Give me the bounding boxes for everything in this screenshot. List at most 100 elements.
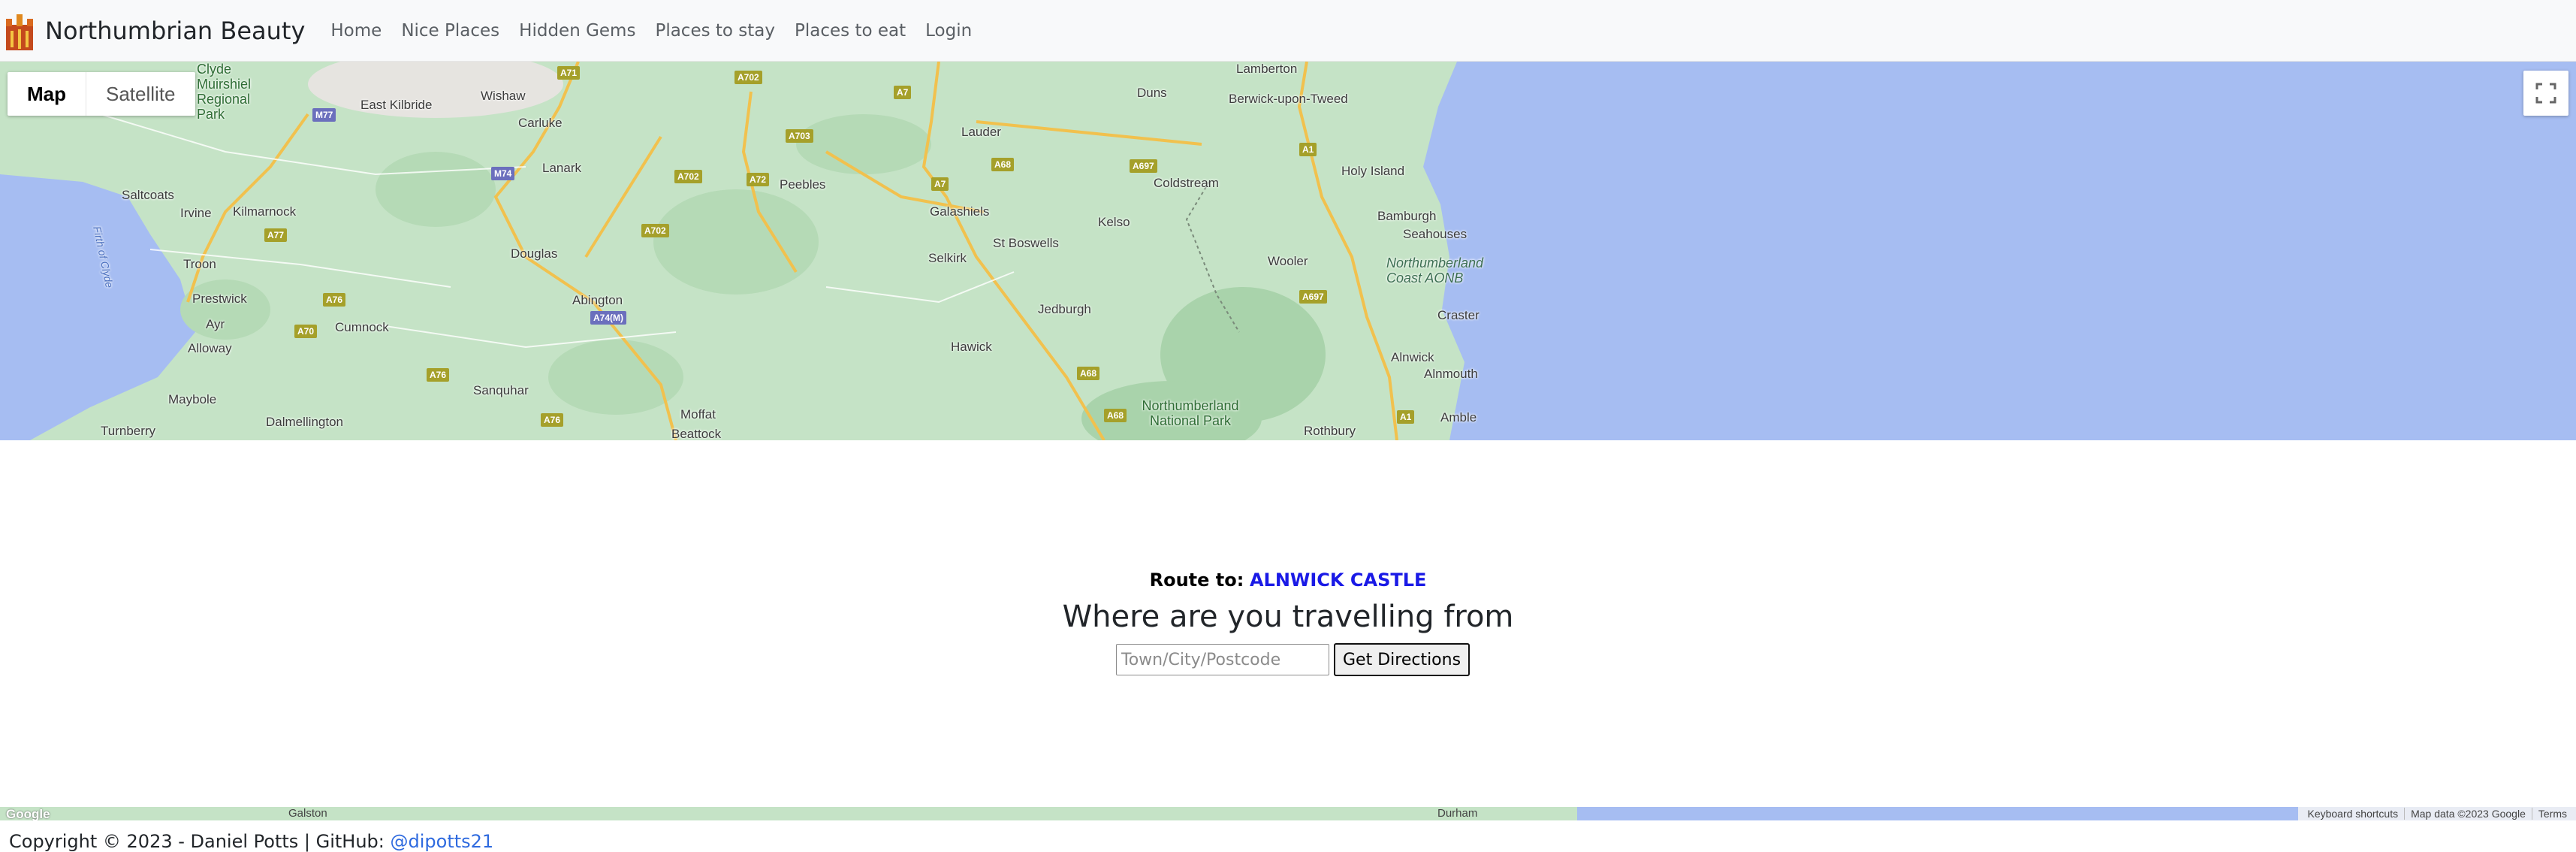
park-label: Clyde Muirshiel Regional Park: [197, 62, 252, 122]
place-label: Jedburgh: [1038, 302, 1091, 316]
road-shield: A72: [747, 173, 770, 186]
place-label: Berwick-upon-Tweed: [1229, 92, 1348, 106]
place-label: Kelso: [1098, 215, 1130, 229]
place-label: Maybole: [168, 392, 217, 406]
map-data-text: Map data ©2023 Google: [2405, 808, 2532, 820]
road-shield: A76: [541, 413, 564, 427]
road-shield: A697: [1299, 290, 1327, 304]
place-label: Saltcoats: [122, 188, 174, 202]
map-attribution: Keyboard shortcuts Map data ©2023 Google…: [2298, 807, 2576, 820]
place-label: Lauder: [961, 125, 1001, 139]
road-shield: M74: [491, 167, 515, 180]
place-label: Beattock: [671, 427, 722, 440]
road-shield: A70: [294, 325, 318, 338]
route-heading: Where are you travelling from: [1062, 600, 1514, 634]
road-shield: A703: [786, 129, 813, 143]
place-label: Irvine: [180, 206, 212, 220]
road-shield: A68: [1104, 409, 1127, 422]
map[interactable]: Map Satellite Lamberton Berwick-upon-Twe…: [0, 62, 2576, 440]
place-label: Coldstream: [1154, 176, 1219, 190]
place-label: Carluke: [518, 116, 563, 130]
github-link[interactable]: @dipotts21: [391, 831, 494, 852]
castle-logo-icon: [6, 14, 33, 50]
road-shield: A76: [323, 293, 346, 307]
origin-input[interactable]: [1116, 644, 1329, 675]
map-strip-base: [0, 807, 1577, 820]
place-label: Alloway: [188, 341, 232, 355]
brand-name: Northumbrian Beauty: [45, 16, 306, 45]
footer: Copyright © 2023 - Daniel Potts | GitHub…: [9, 831, 493, 852]
map-type-control: Map Satellite: [8, 72, 195, 116]
route-label-prefix: Route to:: [1149, 570, 1244, 591]
aonb-label: Northumberland Coast AONB: [1386, 255, 1484, 286]
road-shield: A74(M): [590, 311, 627, 325]
road-shield: A77: [264, 228, 288, 242]
google-logo: Google: [6, 807, 50, 820]
place-label: Douglas: [511, 246, 558, 261]
footer-text: Copyright © 2023 - Daniel Potts | GitHub…: [9, 831, 391, 852]
road-shield: A1: [1299, 143, 1317, 156]
route-label: Route to: ALNWICK CASTLE: [0, 570, 2576, 591]
place-label: Kilmarnock: [233, 204, 297, 219]
place-label: St Boswells: [993, 236, 1059, 250]
place-label: Durham: [1437, 807, 1478, 820]
nav-link-places-to-eat[interactable]: Places to eat: [795, 21, 906, 41]
road-shield: A697: [1130, 159, 1157, 173]
place-label: Cumnock: [335, 320, 389, 334]
nav-link-nice-places[interactable]: Nice Places: [401, 21, 499, 41]
place-label: Dalmellington: [266, 415, 343, 429]
road-shield: A1: [1397, 410, 1415, 424]
place-label: Galashiels: [930, 204, 990, 219]
place-label: Lamberton: [1236, 62, 1298, 76]
place-label: Rothbury: [1304, 424, 1356, 438]
brand[interactable]: Northumbrian Beauty: [5, 11, 305, 50]
nav-link-home[interactable]: Home: [330, 21, 382, 41]
place-label: Craster: [1437, 308, 1480, 322]
route-form: Get Directions: [1116, 643, 1470, 676]
route-panel: Route to: ALNWICK CASTLE Where are you t…: [0, 440, 2576, 807]
map-base: [0, 62, 2576, 440]
fullscreen-button[interactable]: [2523, 71, 2568, 116]
place-label: Troon: [183, 257, 216, 271]
place-label: Amble: [1440, 410, 1477, 424]
place-label: Alnmouth: [1424, 367, 1478, 381]
place-label: Alnwick: [1391, 350, 1434, 364]
road-shield: A7: [894, 86, 912, 99]
map-strip[interactable]: Google Galston Durham Keyboard shortcuts…: [0, 807, 2576, 820]
place-label: East Kilbride: [360, 98, 433, 112]
nav-link-login[interactable]: Login: [925, 21, 972, 41]
place-label: Prestwick: [192, 292, 247, 306]
road-shield: A71: [557, 66, 581, 80]
place-label: Wishaw: [481, 89, 526, 103]
map-type-satellite[interactable]: Satellite: [86, 72, 195, 116]
nav-links: Home Nice Places Hidden Gems Places to s…: [330, 21, 991, 41]
get-directions-button[interactable]: Get Directions: [1334, 643, 1470, 676]
place-label: Turnberry: [101, 424, 156, 438]
place-label: Hawick: [951, 340, 992, 354]
place-label: Abington: [572, 293, 623, 307]
road-shield: M77: [312, 108, 336, 122]
place-label: Moffat: [680, 407, 716, 421]
place-label: Lanark: [542, 161, 581, 175]
fullscreen-icon: [2535, 83, 2556, 104]
terms-link[interactable]: Terms: [2532, 808, 2573, 820]
place-label: Galston: [288, 807, 327, 820]
road-shield: A702: [674, 170, 702, 183]
road-shield: A76: [427, 368, 450, 382]
park-label: Northumberland National Park: [1142, 398, 1239, 428]
nav-link-hidden-gems[interactable]: Hidden Gems: [519, 21, 635, 41]
keyboard-shortcuts-link[interactable]: Keyboard shortcuts: [2301, 808, 2406, 820]
road-shield: A702: [734, 71, 762, 84]
place-label: Bamburgh: [1377, 209, 1437, 223]
place-label: Ayr: [206, 317, 225, 331]
road-shield: A702: [641, 224, 669, 237]
road-shield: A68: [991, 158, 1015, 171]
nav-link-places-to-stay[interactable]: Places to stay: [655, 21, 775, 41]
place-label: Seahouses: [1403, 227, 1467, 241]
place-label: Wooler: [1268, 254, 1308, 268]
navbar: Northumbrian Beauty Home Nice Places Hid…: [0, 0, 2576, 62]
place-label: Sanquhar: [473, 383, 529, 397]
map-type-map[interactable]: Map: [8, 72, 86, 116]
place-label: Duns: [1137, 86, 1167, 100]
place-label: Holy Island: [1341, 164, 1405, 178]
